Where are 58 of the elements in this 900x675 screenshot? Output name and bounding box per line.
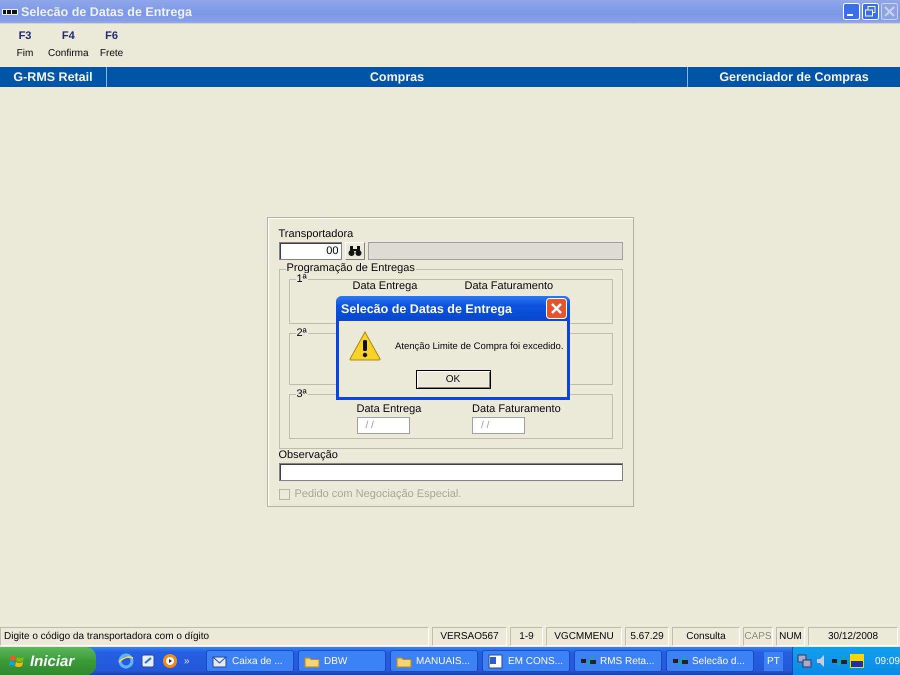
taskbar-button[interactable]: MANUAIS... bbox=[390, 650, 478, 672]
taskbar-button[interactable]: RMS Reta... bbox=[574, 650, 662, 672]
status-indicator: 30/12/2008 bbox=[808, 626, 898, 646]
status-indicator: VERSAO567 bbox=[432, 626, 507, 646]
status-indicator: Consulta bbox=[672, 626, 740, 646]
taskbar-button[interactable]: EM CONS... bbox=[482, 650, 570, 672]
field-label: Observação bbox=[278, 449, 339, 462]
dialog-title: Selecão de Datas de Entrega bbox=[341, 302, 512, 316]
document-icon bbox=[488, 654, 504, 668]
taskbar-button[interactable]: DBW bbox=[298, 650, 386, 672]
windows-logo-icon bbox=[9, 654, 25, 668]
binoculars-icon bbox=[348, 245, 362, 257]
function-key-button[interactable]: F3 Fim bbox=[6, 30, 44, 59]
checkbox-label: Pedido com Negociação Especial. bbox=[294, 488, 462, 500]
overflow-chevron[interactable]: » bbox=[184, 656, 190, 666]
dialog-message: Atenção Limite de Compra foi excedido. bbox=[395, 340, 564, 352]
date-label: Data Entrega bbox=[352, 280, 418, 292]
language-indicator[interactable]: PT bbox=[764, 652, 783, 670]
search-button[interactable] bbox=[344, 242, 364, 260]
status-indicator: NUM bbox=[776, 626, 805, 646]
function-key-button[interactable]: F6 Frete bbox=[92, 30, 131, 59]
schedule-number: 2ª bbox=[296, 327, 308, 339]
status-message: Digite o código da transportadora com o dígito bbox=[0, 626, 429, 646]
app-logo-icon bbox=[672, 654, 688, 668]
browser-icon[interactable] bbox=[118, 653, 134, 669]
field-label: Transportadora bbox=[278, 228, 354, 241]
clock: 09:09 bbox=[874, 656, 900, 666]
date-label: Data Faturamento bbox=[464, 280, 554, 292]
status-indicator: 1-9 bbox=[510, 626, 543, 646]
date-field[interactable]: / / bbox=[472, 417, 526, 434]
date-field[interactable]: / / bbox=[356, 417, 410, 434]
status-indicator: 5.67.29 bbox=[625, 626, 669, 646]
group-legend: Programação de Entregas bbox=[286, 262, 416, 274]
header-text: G-RMS Retail bbox=[0, 67, 107, 87]
window-title: Selecão de Datas de Entrega bbox=[21, 4, 193, 18]
app-logo-icon bbox=[580, 654, 596, 668]
restore-icon[interactable] bbox=[862, 3, 879, 20]
media-player-icon[interactable] bbox=[162, 653, 178, 669]
schedule-number: 1ª bbox=[296, 273, 308, 285]
function-key-button[interactable]: F4 Confirma bbox=[44, 30, 93, 59]
mail-icon bbox=[212, 654, 228, 668]
taskbar-button[interactable]: Selecão d... bbox=[666, 650, 754, 672]
header-text: Gerenciador de Compras bbox=[718, 69, 870, 86]
status-indicator: VGCMMENU bbox=[546, 626, 622, 646]
warning-icon bbox=[349, 331, 381, 361]
start-button[interactable]: Iniciar bbox=[0, 647, 96, 675]
minimize-icon[interactable] bbox=[843, 3, 860, 20]
carrier-code-field[interactable]: 00 bbox=[278, 242, 342, 260]
date-label: Data Faturamento bbox=[472, 403, 562, 415]
schedule-number: 3ª bbox=[296, 388, 308, 400]
ok-button[interactable]: OK bbox=[416, 370, 490, 389]
header-text: Compras bbox=[107, 67, 688, 87]
date-label: Data Entrega bbox=[356, 403, 422, 415]
status-indicator: CAPS bbox=[743, 626, 773, 646]
app-logo-icon[interactable] bbox=[830, 654, 847, 668]
network-icon[interactable] bbox=[797, 653, 813, 669]
taskbar-button[interactable]: Caixa de ... bbox=[206, 650, 294, 672]
observation-field[interactable] bbox=[278, 463, 622, 481]
